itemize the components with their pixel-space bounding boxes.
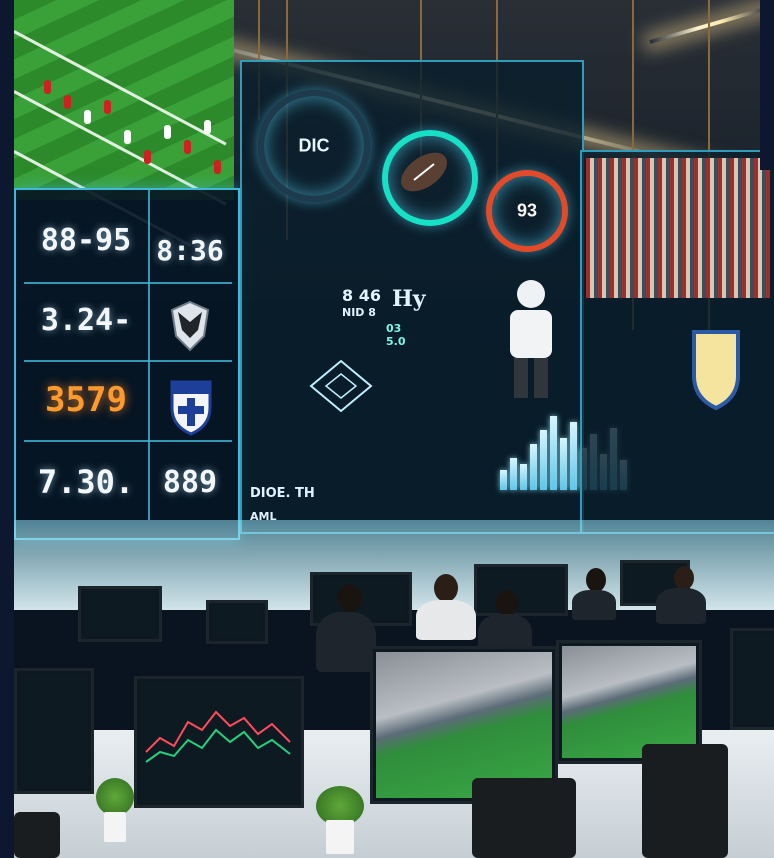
crowd-video-panel (580, 150, 774, 534)
stadium-outline-icon (309, 359, 373, 413)
stat-text: Hy (392, 286, 426, 312)
football-icon (401, 152, 447, 192)
monitor-screen (212, 606, 262, 638)
person-head (674, 566, 694, 590)
stadium-view (376, 652, 552, 798)
person-head (496, 590, 518, 616)
person (572, 590, 616, 620)
gauge-label: 93 (516, 200, 538, 221)
monitor (730, 628, 774, 730)
grid-line (24, 440, 232, 442)
person-head (586, 568, 606, 592)
stat-text: 03 5.0 (386, 322, 406, 348)
image-border (760, 0, 774, 170)
person-head (338, 584, 362, 612)
person-head (434, 574, 458, 602)
stadium-view (562, 646, 696, 758)
monitor (474, 564, 568, 616)
monitor (134, 676, 304, 808)
team-crest-icon (692, 330, 740, 411)
chart-bar (530, 444, 537, 490)
player (204, 120, 211, 134)
chart-bar (560, 438, 567, 490)
score-value: 8:36 (156, 233, 224, 267)
chart-bar (540, 430, 547, 490)
monitor-screen (20, 674, 88, 788)
person (656, 588, 706, 624)
stat-text: 8 46 (342, 286, 381, 305)
chart-bar (570, 422, 577, 490)
score-value: 88-95 (40, 222, 132, 258)
score-value: 7.30. (37, 463, 135, 501)
player (44, 80, 51, 94)
chart-bar (500, 470, 507, 490)
monitor (14, 668, 94, 794)
grid-line (24, 282, 232, 284)
player-figure-icon (510, 280, 552, 398)
gauge-label: DIC (298, 135, 330, 156)
monitor-screen (140, 682, 298, 802)
scoreboard-grid: 88-95 8:36 3.24- 3579 7.30. 889 (24, 190, 232, 530)
crowd-image (586, 158, 770, 298)
office-chair (14, 812, 60, 858)
monitor-screen (480, 570, 562, 610)
chart-bar (550, 416, 557, 490)
person (416, 600, 476, 640)
player (164, 125, 171, 139)
player (144, 150, 151, 164)
caption-text: DIOE. TH (250, 486, 315, 501)
target-dial: 93 (486, 170, 568, 252)
plant (96, 778, 134, 816)
office-chair (472, 778, 576, 858)
player (84, 110, 91, 124)
chart-bar (510, 458, 517, 490)
stat-text: NID 8 (342, 306, 376, 319)
sports-analytics-office-scene: 88-95 8:36 3.24- 3579 7.30. 889 DIC 93 8… (0, 0, 774, 858)
plant-pot (104, 812, 126, 842)
score-value: 3579 (45, 380, 127, 420)
plant-pot (326, 820, 354, 854)
team-shield-icon (170, 300, 210, 352)
football-dial (382, 130, 478, 226)
gauge-dial: DIC (258, 90, 370, 202)
player (184, 140, 191, 154)
score-value: 889 (162, 464, 218, 500)
player (104, 100, 111, 114)
chart-bar (520, 464, 527, 490)
monitor-screen (84, 592, 156, 636)
player (214, 160, 221, 174)
person (316, 612, 376, 672)
stock-chart-icon (145, 710, 291, 763)
monitor (206, 600, 268, 644)
score-value: 3.24- (40, 302, 132, 338)
monitor (78, 586, 162, 642)
team-crest-icon (170, 380, 212, 436)
image-border (0, 0, 14, 858)
grid-line (24, 360, 232, 362)
player (124, 130, 131, 144)
monitor-screen (736, 634, 774, 724)
office-chair (642, 744, 728, 858)
player (64, 95, 71, 109)
football-field-video (13, 0, 234, 247)
